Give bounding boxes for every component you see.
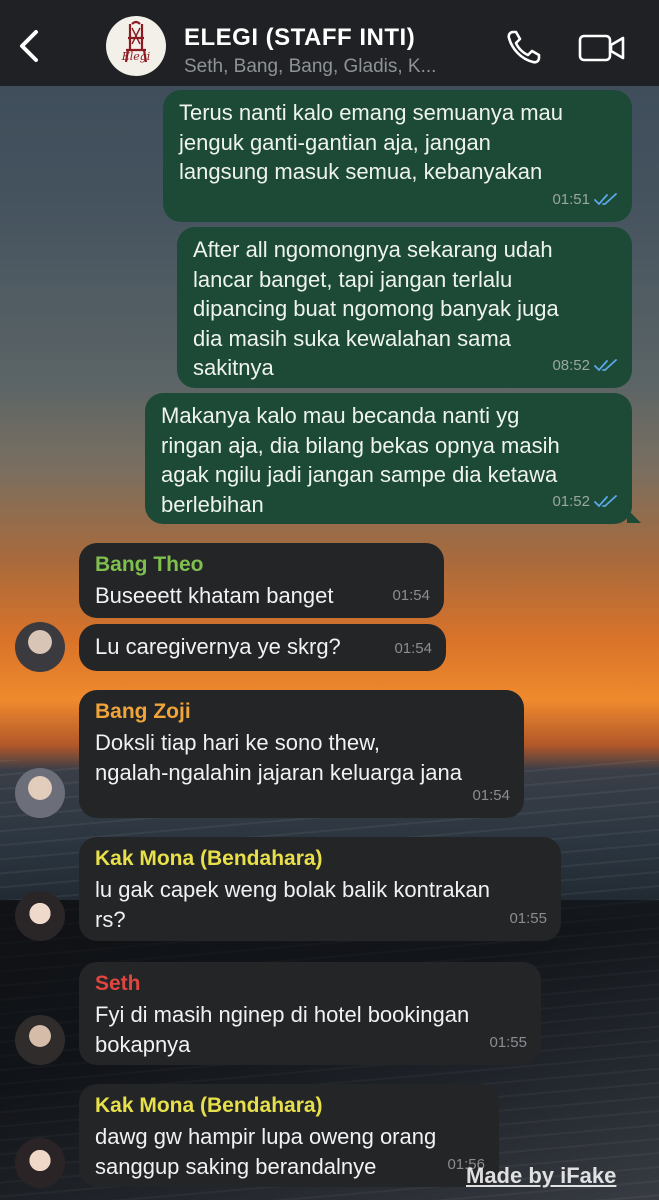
message-text: Terus nanti kalo emang semuanya mau jeng… (179, 100, 563, 184)
read-ticks-icon (594, 495, 617, 508)
message-bubble-outgoing[interactable]: Makanya kalo mau becanda nanti yg ringan… (145, 393, 632, 524)
sender-name[interactable]: Kak Mona (Bendahara) (95, 1092, 483, 1120)
avatar[interactable] (15, 768, 65, 818)
message-bubble-outgoing[interactable]: After all ngomongnya sekarang udah lanca… (177, 227, 632, 388)
message-text: Makanya kalo mau becanda nanti yg ringan… (161, 403, 560, 517)
message-text: Buseeett khatam banget (95, 583, 334, 608)
message-bubble-incoming[interactable]: Lu caregivernya ye skrg? 01:54 (79, 624, 446, 671)
message-time: 01:55 (509, 909, 547, 927)
group-logo-text: Elegi (121, 50, 151, 63)
message-text: Fyi di masih nginep di hotel bookingan b… (95, 1002, 470, 1057)
sender-name[interactable]: Bang Theo (95, 551, 428, 579)
message-time: 01:54 (472, 786, 510, 804)
message-time: 01:51 (552, 190, 590, 208)
group-avatar[interactable]: Elegi (106, 16, 166, 76)
message-text: lu gak capek weng bolak balik kontrakan … (95, 877, 491, 932)
message-time: 01:52 (552, 492, 590, 510)
message-bubble-outgoing[interactable]: Terus nanti kalo emang semuanya mau jeng… (163, 90, 632, 222)
group-title[interactable]: ELEGI (STAFF INTI) (184, 24, 415, 52)
watermark: Made by iFake (466, 1163, 617, 1188)
message-time: 08:52 (552, 356, 590, 374)
message-bubble-incoming[interactable]: Seth Fyi di masih nginep di hotel bookin… (79, 962, 541, 1065)
chair-logo-icon (124, 20, 148, 63)
sender-name[interactable]: Bang Zoji (95, 698, 508, 726)
read-ticks-icon (594, 359, 617, 372)
phone-icon[interactable] (505, 28, 543, 66)
sender-name[interactable]: Seth (95, 970, 525, 998)
avatar[interactable] (15, 1015, 65, 1065)
message-bubble-incoming[interactable]: Kak Mona (Bendahara) lu gak capek weng b… (79, 837, 561, 941)
bubble-tail (627, 509, 641, 523)
message-text: Lu caregivernya ye skrg? (95, 634, 341, 659)
video-camera-icon[interactable] (578, 32, 626, 64)
message-text: Doksli tiap hari ke sono thew, ngalah-ng… (95, 730, 462, 785)
read-ticks-icon (594, 193, 617, 206)
avatar[interactable] (15, 1138, 65, 1188)
avatar[interactable] (15, 622, 65, 672)
message-time: 01:55 (489, 1033, 527, 1051)
group-members[interactable]: Seth, Bang, Bang, Gladis, K... (184, 56, 436, 78)
chevron-left-icon[interactable] (16, 28, 44, 64)
message-bubble-incoming[interactable]: Bang Theo Buseeett khatam banget 01:54 (79, 543, 444, 618)
message-bubble-incoming[interactable]: Kak Mona (Bendahara) dawg gw hampir lupa… (79, 1084, 499, 1187)
avatar[interactable] (15, 891, 65, 941)
message-bubble-incoming[interactable]: Bang Zoji Doksli tiap hari ke sono thew,… (79, 690, 524, 818)
message-time: 01:54 (392, 586, 430, 604)
chat-header: Elegi ELEGI (STAFF INTI) Seth, Bang, Ban… (0, 0, 659, 86)
message-time: 01:54 (394, 639, 432, 657)
sender-name[interactable]: Kak Mona (Bendahara) (95, 845, 545, 873)
message-text: dawg gw hampir lupa oweng orang sanggup … (95, 1124, 437, 1179)
